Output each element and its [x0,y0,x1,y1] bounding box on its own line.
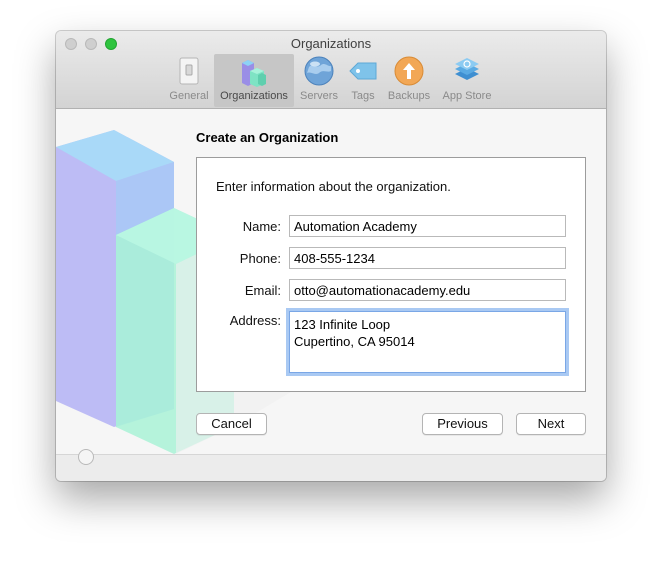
name-label: Name: [242,219,281,234]
organization-form: Enter information about the organization… [196,157,586,392]
email-field[interactable]: otto@automationacademy.edu [289,279,566,301]
content-area: Create an Organization Enter information… [56,109,606,454]
window: Organizations General Organizations Serv… [56,31,606,481]
organizations-icon [242,60,266,87]
tab-organizations-label: Organizations [220,90,288,102]
name-field[interactable]: Automation Academy [289,215,566,237]
phone-field[interactable]: 408-555-1234 [289,247,566,269]
tab-general[interactable]: General [166,54,212,107]
form-intro: Enter information about the organization… [216,179,451,194]
tab-tags-label: Tags [351,90,375,102]
servers-icon [304,56,334,86]
next-button[interactable]: Next [516,413,586,435]
sheet-title: Create an Organization [196,130,339,145]
tab-backups[interactable]: Backups [384,54,434,107]
tab-organizations[interactable]: Organizations [214,54,294,107]
cancel-button[interactable]: Cancel [196,413,267,435]
tab-general-label: General [169,90,209,102]
tab-app-store-label: App Store [442,90,492,102]
toolbar: Organizations General Organizations Serv… [56,31,606,109]
help-icon[interactable] [78,449,94,465]
phone-label: Phone: [239,251,281,266]
tab-backups-label: Backups [387,90,431,102]
tab-app-store[interactable]: App Store [436,54,498,107]
address-label: Address: [229,313,281,328]
app-store-icon [455,58,479,80]
backups-icon [394,56,424,86]
address-line-1: 123 Infinite Loop [294,317,391,332]
email-label: Email: [244,283,281,298]
tab-tags[interactable]: Tags [343,54,383,107]
bottom-bar [56,449,606,481]
window-title: Organizations [290,36,372,51]
general-icon [179,57,199,85]
tags-icon [349,62,377,80]
address-field[interactable]: 123 Infinite Loop Cupertino, CA 95014 [289,311,566,373]
tab-servers[interactable]: Servers [296,54,342,107]
tab-servers-label: Servers [300,90,338,102]
previous-button[interactable]: Previous [422,413,503,435]
address-line-2: Cupertino, CA 95014 [294,334,415,349]
